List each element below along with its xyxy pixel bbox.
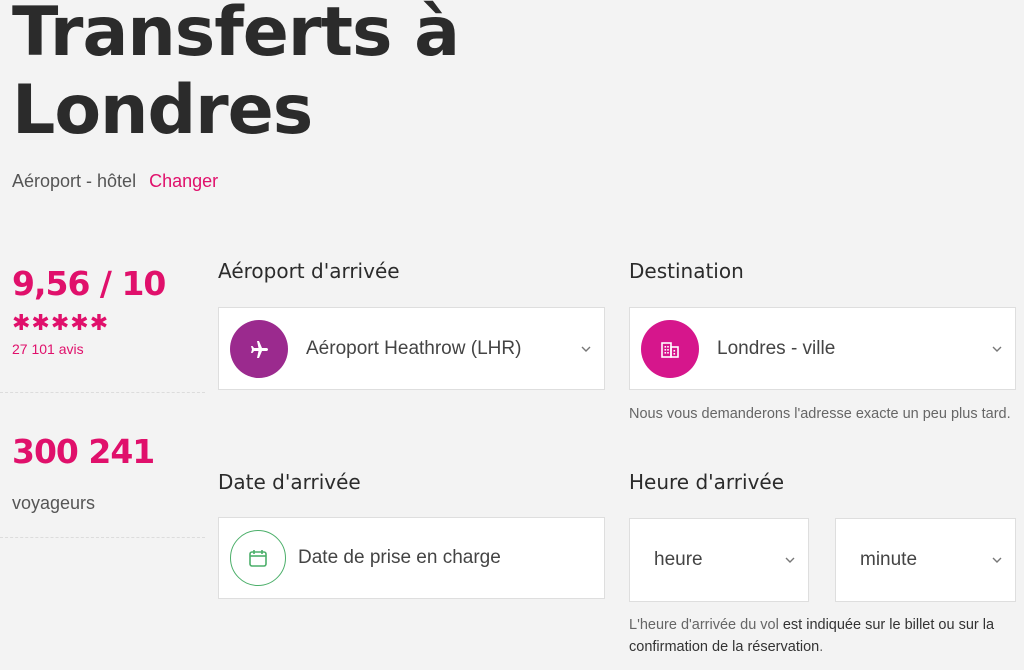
rating-score: 9,56 / 10 bbox=[12, 264, 166, 303]
chevron-down-icon bbox=[580, 343, 592, 355]
arrival-airport-label: Aéroport d'arrivée bbox=[218, 259, 400, 283]
rating-stars-icon: ✱✱✱✱✱ bbox=[12, 311, 110, 336]
arrival-airport-select[interactable]: Aéroport Heathrow (LHR) bbox=[218, 307, 605, 390]
arrival-time-hint-suffix: . bbox=[819, 639, 824, 655]
reviews-count: 27 101 avis bbox=[12, 341, 84, 357]
calendar-icon bbox=[230, 530, 286, 586]
arrival-time-hint: L'heure d'arrivée du vol est indiquée su… bbox=[629, 614, 1014, 658]
route-type: Aéroport - hôtel bbox=[12, 171, 137, 191]
arrival-time-label: Heure d'arrivée bbox=[629, 470, 785, 494]
rating-block: 9,56 / 10 ✱✱✱✱✱ 27 101 avis bbox=[12, 264, 204, 357]
page-title-line-1: Transferts à bbox=[12, 0, 460, 72]
stats-divider bbox=[0, 392, 205, 393]
destination-select[interactable]: Londres - ville bbox=[629, 307, 1016, 390]
travellers-block: 300 241 voyageurs bbox=[12, 432, 204, 514]
arrival-minute-select[interactable]: minute bbox=[835, 518, 1016, 602]
arrival-hour-select[interactable]: heure bbox=[629, 518, 809, 602]
route-subtitle: Aéroport - hôtel Changer bbox=[12, 171, 218, 192]
arrival-airport-value: Aéroport Heathrow (LHR) bbox=[306, 337, 522, 359]
page-title: Transferts à Londres bbox=[12, 0, 460, 150]
airplane-icon bbox=[230, 319, 288, 378]
change-route-link[interactable]: Changer bbox=[149, 171, 218, 191]
travellers-label: voyageurs bbox=[12, 493, 96, 513]
chevron-down-icon bbox=[784, 554, 796, 566]
building-icon bbox=[641, 319, 699, 378]
arrival-hour-placeholder: heure bbox=[654, 549, 703, 570]
chevron-down-icon bbox=[991, 554, 1003, 566]
travellers-count: 300 241 bbox=[12, 432, 155, 471]
arrival-date-label: Date d'arrivée bbox=[218, 470, 361, 494]
arrival-minute-placeholder: minute bbox=[860, 549, 918, 570]
stats-divider bbox=[0, 537, 205, 538]
arrival-date-placeholder: Date de prise en charge bbox=[298, 547, 501, 568]
destination-hint: Nous vous demanderons l'adresse exacte u… bbox=[629, 406, 1011, 422]
destination-label: Destination bbox=[629, 259, 744, 283]
page-title-line-2: Londres bbox=[12, 71, 313, 150]
arrival-date-input[interactable]: Date de prise en charge bbox=[218, 517, 605, 599]
arrival-time-hint-prefix: L'heure d'arrivée du vol bbox=[629, 617, 783, 633]
destination-value: Londres - ville bbox=[717, 337, 836, 359]
chevron-down-icon bbox=[991, 343, 1003, 355]
